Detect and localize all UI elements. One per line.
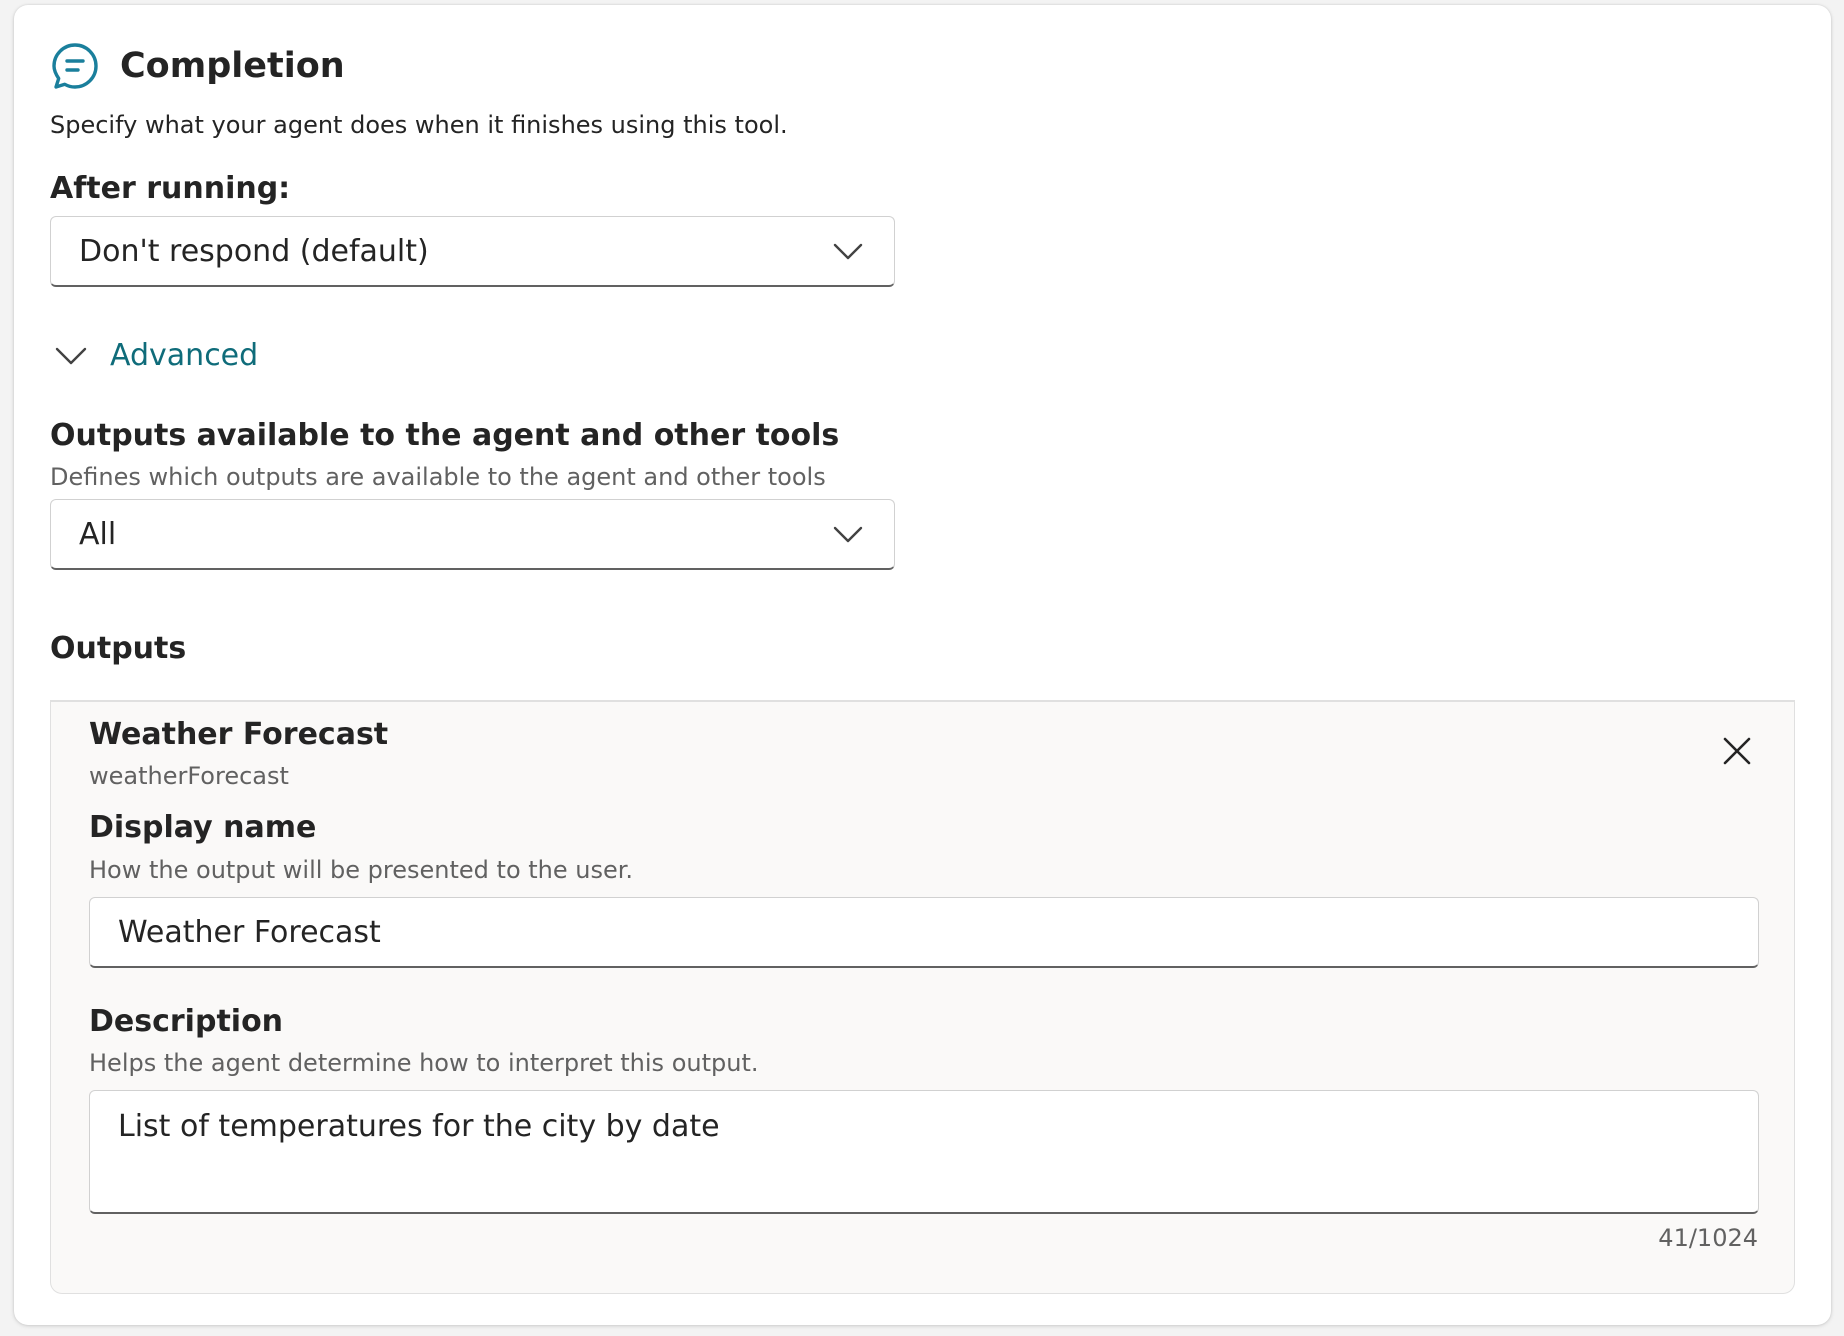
section-header: Completion [50, 41, 345, 91]
chevron-down-icon [833, 526, 863, 543]
description-textarea[interactable]: List of temperatures for the city by dat… [89, 1090, 1759, 1214]
description-label: Description [89, 1004, 284, 1039]
after-running-label: After running: [50, 171, 291, 206]
chat-bubble-icon [52, 43, 98, 89]
completion-card: Completion Specify what your agent does … [14, 5, 1831, 1325]
display-name-label: Display name [89, 810, 317, 845]
character-count: 41/1024 [1658, 1224, 1758, 1252]
outputs-available-label: Outputs available to the agent and other… [50, 418, 840, 453]
advanced-label: Advanced [110, 338, 259, 373]
section-title: Completion [120, 46, 345, 86]
after-running-dropdown[interactable]: Don't respond (default) [50, 216, 895, 287]
chevron-down-icon [55, 347, 87, 364]
display-name-value: Weather Forecast [118, 914, 381, 950]
close-icon[interactable] [1720, 734, 1754, 768]
description-value: List of temperatures for the city by dat… [118, 1109, 720, 1144]
output-title: Weather Forecast [89, 717, 389, 752]
outputs-heading: Outputs [50, 631, 187, 666]
outputs-available-value: All [79, 516, 117, 552]
display-name-hint: How the output will be presented to the … [89, 856, 634, 884]
after-running-value: Don't respond (default) [79, 233, 429, 269]
display-name-input[interactable]: Weather Forecast [89, 897, 1759, 968]
outputs-available-hint: Defines which outputs are available to t… [50, 463, 826, 491]
advanced-toggle[interactable]: Advanced [54, 338, 258, 373]
output-item: Weather Forecast weatherForecast Display… [50, 702, 1795, 1294]
chevron-down-icon [833, 243, 863, 260]
output-id: weatherForecast [89, 762, 289, 790]
description-hint: Helps the agent determine how to interpr… [89, 1049, 759, 1077]
section-subtitle: Specify what your agent does when it fin… [50, 111, 788, 139]
outputs-available-dropdown[interactable]: All [50, 499, 895, 570]
